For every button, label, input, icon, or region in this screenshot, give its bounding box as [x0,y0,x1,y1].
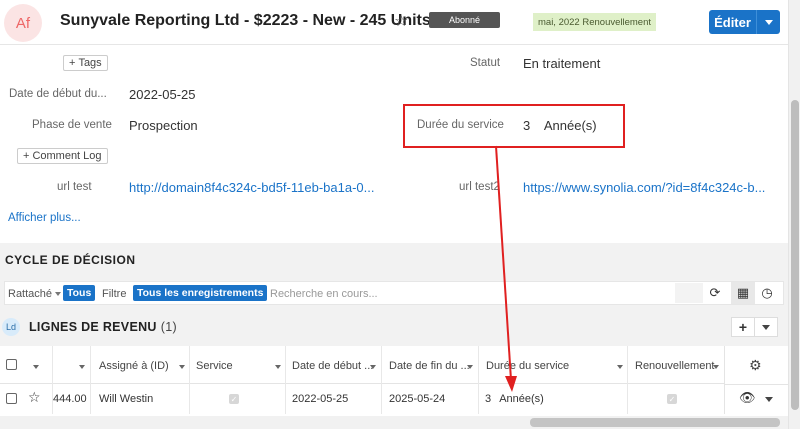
row-checkbox[interactable] [6,393,17,404]
chevron-down-icon [764,19,773,25]
create-button[interactable]: + [731,317,755,337]
statut-label: Statut [470,57,501,69]
search-clear-area [675,283,703,303]
plus-icon: + [738,319,748,335]
phase-label: Phase de vente [32,119,112,131]
plus-icon: + [23,150,30,162]
row-actions-column: ⚙ 👁 [724,346,789,414]
sort-caret-icon[interactable] [467,365,473,369]
filtre-pill[interactable]: Tous les enregistrements [133,285,268,301]
grid-view-icon[interactable]: ▦ [731,282,755,304]
gear-icon[interactable]: ⚙ [749,357,762,374]
phase-value: Prospection [129,118,198,133]
record-view: Af Sunyvale Reporting Ltd - $2223 - New … [0,0,800,429]
date-debut-value: 2022-05-25 [129,87,196,102]
renewal-checkbox-disabled: ✓ [667,394,677,404]
col-service[interactable]: Service [196,360,233,372]
comment-log-button[interactable]: + Comment Log [17,148,108,164]
tags-button[interactable]: + Tags [63,55,108,71]
cell-duration-unit: Année(s) [499,393,544,405]
url-test-link[interactable]: http://domain8f4c324c-bd5f-11eb-ba1a-0..… [129,180,374,195]
chevron-down-icon[interactable] [33,365,39,369]
sort-caret-icon[interactable] [617,365,623,369]
sort-caret-icon[interactable] [79,365,85,369]
revenue-lines-count: (1) [160,320,177,334]
col-duration[interactable]: Durée du service [486,360,569,372]
divider [725,384,789,385]
cell-start-date: 2022-05-25 [292,393,349,405]
cell-end-date: 2025-05-24 [389,393,446,405]
horizontal-scrollbar[interactable] [0,416,788,429]
plus-icon: + [69,57,76,69]
col-assigned[interactable]: Assigné à (ID) [99,360,169,372]
star-outline-icon[interactable]: ☆ [28,389,41,406]
cell-amount: 444.00 [53,393,87,405]
revenue-lines-table: Assigné à (ID) Service Date de début ...… [0,346,789,416]
search-input[interactable]: Recherche en cours... [270,288,378,300]
cell-duration: 3 Année(s) [485,393,544,405]
revenue-lines-title-text: LIGNES DE REVENU [29,320,157,334]
status-badge: Abonné [429,12,500,28]
url-test-label: url test [57,181,92,193]
eye-icon[interactable]: 👁 [739,390,756,406]
select-all-checkbox[interactable] [6,359,17,370]
col-renewal[interactable]: Renouvellement [635,360,715,372]
chevron-down-icon[interactable] [765,397,773,402]
table-row[interactable]: ☆ 444.00 Will Westin ✓ 2022-05-25 2025-0… [0,384,788,414]
revenue-lines-badge: Ld [2,318,20,336]
vertical-scrollbar[interactable] [788,0,800,429]
sort-caret-icon[interactable] [370,365,376,369]
chevron-down-icon [762,324,770,330]
edit-actions-dropdown[interactable] [756,10,780,34]
col-end-date[interactable]: Date de fin du ... [389,360,470,372]
rattache-pill[interactable]: Tous [63,285,96,301]
show-more-link[interactable]: Afficher plus... [8,212,81,224]
record-avatar: Af [4,4,42,42]
clock-icon[interactable]: ◷ [755,282,779,304]
url-test2-label: url test2 [459,181,500,193]
col-start-date[interactable]: Date de début ... [292,360,373,372]
refresh-icon[interactable]: ⟳ [703,282,727,304]
section-title: CYCLE DE DÉCISION [5,253,136,267]
chevron-down-icon[interactable] [55,292,61,296]
filtre-label: Filtre [102,288,127,300]
renewal-tag-badge: mai, 2022 Renouvellement [533,13,657,31]
revenue-lines-title: LIGNES DE REVENU (1) [29,320,177,334]
record-title: Sunyvale Reporting Ltd - $2223 - New - 2… [60,12,431,29]
annotation-highlight-box [403,104,625,148]
sort-caret-icon[interactable] [713,365,719,369]
date-debut-label: Date de début du... [9,88,107,100]
statut-value: En traitement [523,56,601,71]
horizontal-scrollbar-thumb[interactable] [530,418,780,427]
sort-caret-icon[interactable] [179,365,185,369]
star-outline-icon[interactable]: ☆ [394,11,408,31]
table-header-row: Assigné à (ID) Service Date de début ...… [0,346,788,384]
edit-button[interactable]: Éditer [709,10,756,34]
cell-duration-number: 3 [485,393,492,405]
edit-button-group: Éditer [709,10,780,34]
sort-caret-icon[interactable] [275,365,281,369]
cell-assigned-link[interactable]: Will Westin [99,393,153,405]
comment-log-button-label: Comment Log [32,150,102,162]
record-header: Af Sunyvale Reporting Ltd - $2223 - New … [0,0,788,45]
tags-button-label: Tags [78,57,102,69]
url-test2-link[interactable]: https://www.synolia.com/?id=8f4c324c-b..… [523,180,765,195]
vertical-scrollbar-thumb[interactable] [791,100,799,410]
rattache-label[interactable]: Rattaché [8,288,52,300]
service-checkbox-disabled: ✓ [229,394,239,404]
filter-bar: Rattaché Tous Filtre Tous les enregistre… [4,281,784,305]
subpanel-actions-dropdown[interactable] [754,317,778,337]
